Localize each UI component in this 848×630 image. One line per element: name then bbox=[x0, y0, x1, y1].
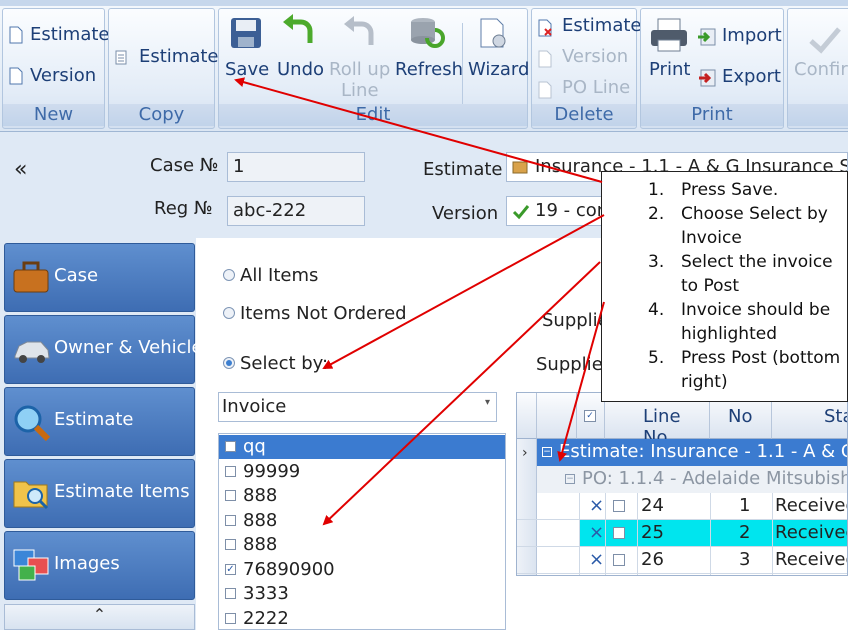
arrow-to-invoice bbox=[322, 261, 601, 526]
annotation-arrows bbox=[234, 77, 605, 526]
arrow-to-grid bbox=[557, 301, 605, 462]
arrow-to-save bbox=[234, 77, 603, 183]
app-window: Estimate Version New Estimate Copy Save … bbox=[0, 0, 848, 630]
arrow-to-select-by bbox=[322, 214, 605, 369]
